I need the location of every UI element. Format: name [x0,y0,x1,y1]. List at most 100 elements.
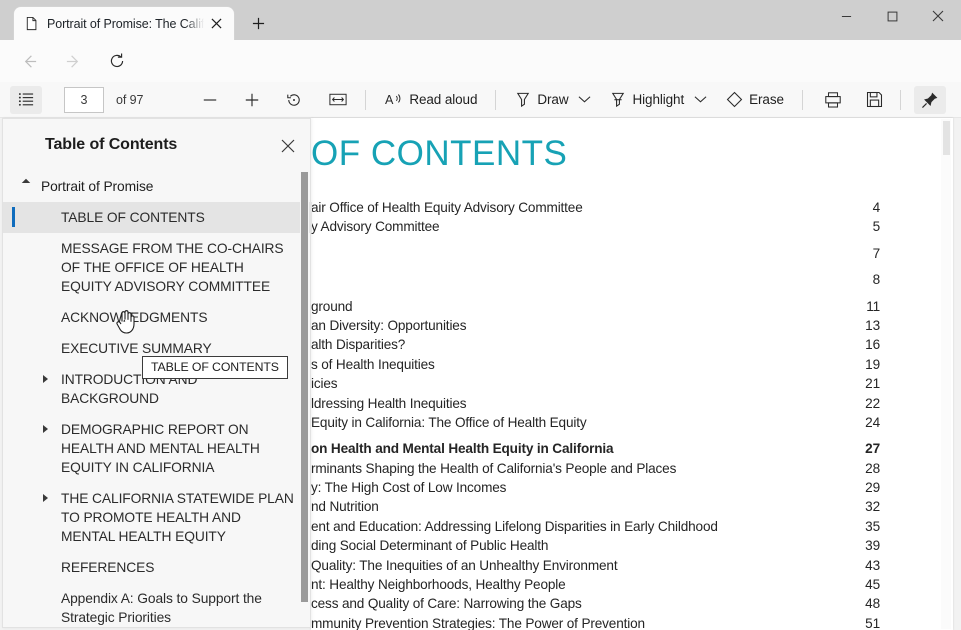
toc-tree-item-label: MESSAGE FROM THE CO-CHAIRS OF THE OFFICE… [61,241,284,294]
toc-entry[interactable]: Equity in California: The Office of Heal… [311,415,880,434]
forward-arrow-icon[interactable] [56,44,90,78]
toc-entry[interactable]: ding Social Determinant of Public Health… [311,538,880,557]
toc-entry-page: 32 [865,499,880,515]
toc-entry[interactable]: an Diversity: Opportunities 13 [311,318,880,337]
toc-entry-page: 35 [865,518,880,534]
toc-entry-text: alth Disparities? [311,337,406,353]
toc-tree-item[interactable]: Appendix A: Goals to Support the Strateg… [3,583,312,629]
page-total-label: of 97 [116,92,144,107]
toc-entry[interactable]: cess and Quality of Care: Narrowing the … [311,596,880,615]
toc-tree-item[interactable]: MESSAGE FROM THE CO-CHAIRS OF THE OFFICE… [3,233,312,302]
toc-entry[interactable]: alth Disparities? 16 [311,337,880,356]
pdf-toolbar: 3 of 97 A Read aloud Draw Highlight Eras… [0,82,961,118]
toc-entry[interactable]: mmunity Prevention Strategies: The Power… [311,616,880,630]
plus-icon[interactable] [237,86,267,114]
toc-entry[interactable]: ent and Education: Addressing Lifelong D… [311,519,880,538]
toc-entry[interactable]: air Office of Health Equity Advisory Com… [311,200,880,219]
page-scrollbar-thumb[interactable] [943,121,950,155]
toc-tree-item[interactable]: ACKNOWLEDGMENTS [3,302,312,333]
toc-entry[interactable]: on Health and Mental Health Equity in Ca… [311,441,880,460]
read-aloud-icon: A [385,92,403,108]
close-icon[interactable] [204,12,228,36]
toc-entry-page: 16 [865,337,880,353]
toc-tree-item-label: ACKNOWLEDGMENTS [3,302,312,333]
toc-scrollbar-thumb[interactable] [301,172,308,602]
toc-tree-item[interactable]: Portrait of Promise [3,171,312,202]
draw-button[interactable]: Draw [509,86,574,114]
page-scrollbar[interactable] [941,119,951,629]
back-arrow-icon[interactable] [12,44,46,78]
toc-entry-page: 7 [872,245,881,261]
toc-entry[interactable]: icies 21 [311,376,880,395]
toc-entry[interactable]: 8 [311,272,881,291]
toc-entry-text: ground [311,298,353,314]
toc-entry[interactable]: rminants Shaping the Health of Californi… [311,460,880,480]
toc-entry[interactable]: 7 [311,246,881,265]
svg-text:A: A [385,93,394,107]
toc-entry-text: nt: Healthy Neighborhoods, Healthy Peopl… [311,577,566,593]
close-icon[interactable] [915,0,961,32]
close-icon[interactable] [274,132,302,160]
toc-entry-page: 29 [865,480,880,496]
toc-entry-page: 24 [865,414,880,430]
document-toc-list: air Office of Health Equity Advisory Com… [311,200,881,630]
toc-entry[interactable]: y: The High Cost of Low Incomes 29 [311,480,880,499]
toc-entry-text: nd Nutrition [311,499,379,515]
toc-entry-text: s of Health Inequities [311,356,435,372]
toc-entry-text: air Office of Health Equity Advisory Com… [311,200,583,215]
toc-tree-item[interactable]: REFERENCES [3,552,312,583]
minus-icon[interactable] [195,86,225,114]
toc-entry-text: ldressing Health Inequities [311,395,467,411]
toc-entry[interactable]: ground 11 [311,298,880,318]
eraser-icon [726,91,743,108]
save-disk-icon[interactable] [860,86,890,114]
toc-entry-text: on Health and Mental Health Equity in Ca… [311,441,614,457]
printer-icon[interactable] [818,86,848,114]
draw-label: Draw [537,92,569,107]
toc-tree-item[interactable]: TABLE OF CONTENTS [3,202,312,233]
toc-entry[interactable]: ldressing Health Inequities 22 [311,395,880,415]
toc-entry-page: 19 [865,356,880,372]
toc-tree-item[interactable]: DEMOGRAPHIC REPORT ON HEALTH AND MENTAL … [3,414,312,483]
fit-to-width-icon[interactable] [323,86,353,114]
highlight-button[interactable]: Highlight [604,86,690,114]
toc-entry-page: 11 [866,298,880,314]
chevron-right-icon[interactable] [43,375,48,383]
new-tab-button[interactable] [244,9,272,37]
maximize-icon[interactable] [869,0,915,32]
chevron-right-icon[interactable] [43,494,48,502]
browser-tab[interactable]: Portrait of Promise: The Californi [14,7,234,40]
browser-window: Portrait of Promise: The Californi [0,0,961,630]
toc-entry-page: 4 [872,200,881,215]
chevron-down-icon[interactable] [690,86,710,114]
toc-entry-text: Quality: The Inequities of an Unhealthy … [311,557,618,573]
tab-strip: Portrait of Promise: The Californi [0,0,272,40]
toc-entry[interactable]: Quality: The Inequities of an Unhealthy … [311,557,880,577]
toc-entry[interactable]: nt: Healthy Neighborhoods, Healthy Peopl… [311,577,880,596]
toc-entry[interactable]: y Advisory Committee 5 [311,219,880,238]
read-aloud-button[interactable]: A Read aloud [379,86,483,114]
erase-label: Erase [749,92,784,107]
toc-panel-title: Table of Contents [45,136,178,153]
refresh-icon[interactable] [100,44,134,78]
toc-entry[interactable]: s of Health Inequities 19 [311,356,880,376]
table-of-contents-icon[interactable] [10,85,42,114]
highlighter-icon [610,91,626,109]
rotate-icon[interactable] [279,86,309,114]
toc-panel: Table of Contents Portrait of Promise TAB… [2,118,312,629]
toc-entry[interactable]: nd Nutrition 32 [311,499,880,518]
toc-entry-page: 13 [865,317,880,333]
toc-entry-text: rminants Shaping the Health of Californi… [311,460,677,476]
chevron-right-icon[interactable] [43,425,48,433]
page-number-input[interactable]: 3 [64,86,104,113]
toc-scrollbar[interactable] [300,172,309,627]
toc-entry-page: 43 [865,557,880,573]
erase-button[interactable]: Erase [720,86,790,114]
toc-tree-item-label: Portrait of Promise [41,179,154,194]
minimize-icon[interactable] [823,0,869,32]
toc-entry-page: 51 [865,615,880,630]
toc-tree-item[interactable]: THE CALIFORNIA STATEWIDE PLAN TO PROMOTE… [3,483,312,552]
pin-icon[interactable] [913,85,946,114]
chevron-down-icon[interactable] [574,86,594,114]
navigation-bar: https://www.cdph.ca.gov/Programs/OHE/CDP… [0,40,961,114]
